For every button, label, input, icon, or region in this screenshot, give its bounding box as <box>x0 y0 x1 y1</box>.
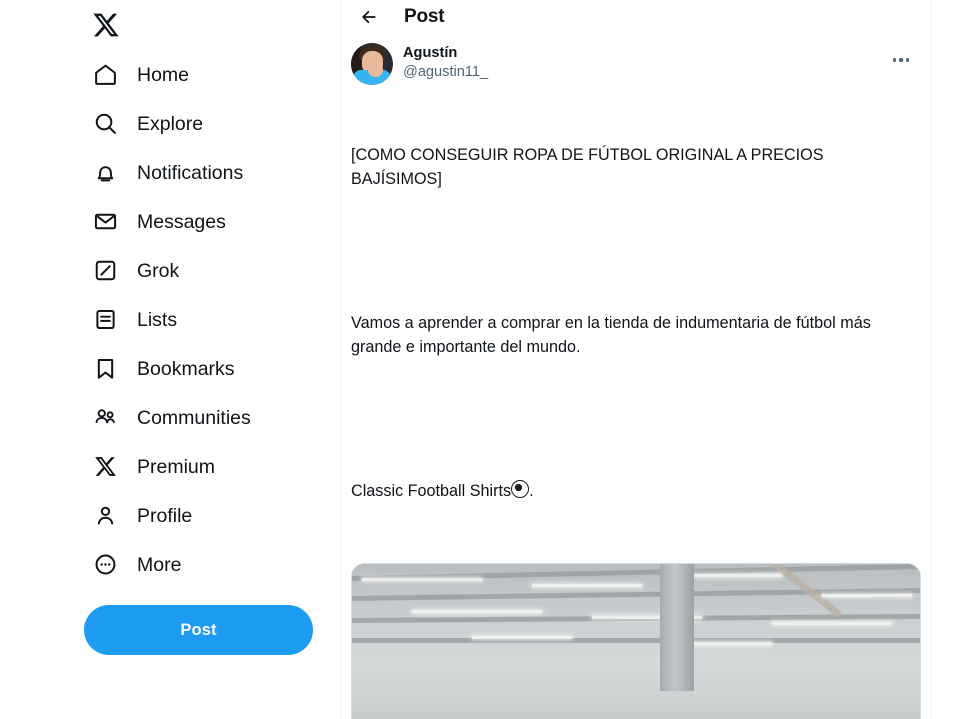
warehouse-photo <box>352 564 920 719</box>
sidebar-item-premium[interactable]: Premium <box>84 442 284 491</box>
post-text-line-3-suffix: . <box>529 482 534 500</box>
sidebar-item-label: More <box>137 553 182 576</box>
communities-icon <box>92 404 119 431</box>
sidebar-item-explore[interactable]: Explore <box>84 99 284 148</box>
post-text-spacer-1 <box>351 239 916 263</box>
post-text-line-3: Classic Football Shirts. <box>351 479 916 503</box>
sidebar-item-profile[interactable]: Profile <box>84 491 284 540</box>
sidebar-item-more[interactable]: More <box>84 540 284 589</box>
home-icon <box>92 61 119 88</box>
author-handle[interactable]: @agustin11_ <box>403 63 488 81</box>
envelope-icon <box>92 208 119 235</box>
page-title: Post <box>404 6 445 27</box>
sidebar-item-label: Messages <box>137 210 226 233</box>
post-header-bar: Post <box>341 0 931 34</box>
ellipsis-dots <box>892 58 910 62</box>
post-text-line-1: [COMO CONSEGUIR ROPA DE FÚTBOL ORIGINAL … <box>351 146 829 188</box>
sidebar-item-home[interactable]: Home <box>84 50 284 99</box>
post-button[interactable]: Post <box>84 605 313 655</box>
sidebar-nav-list: Home Explore Notifications Messages Grok… <box>84 50 340 589</box>
sidebar-item-label: Communities <box>137 406 251 429</box>
post-text: [COMO CONSEGUIR ROPA DE FÚTBOL ORIGINAL … <box>341 85 931 551</box>
x-logo-icon <box>92 11 120 39</box>
post-author-row: Agustín @agustin11_ <box>341 34 931 85</box>
ellipsis-icon[interactable] <box>887 46 915 74</box>
bell-icon <box>92 159 119 186</box>
post-text-line-2: Vamos a aprender a comprar en la tienda … <box>351 314 876 356</box>
post-image[interactable] <box>351 563 921 719</box>
post-text-line-3-prefix: Classic Football Shirts <box>351 482 512 500</box>
sidebar-item-label: Explore <box>137 112 204 135</box>
right-gutter <box>932 0 960 719</box>
bookmark-icon <box>92 355 119 382</box>
x-logo-icon <box>92 453 119 480</box>
search-icon <box>92 110 119 137</box>
sidebar-item-bookmarks[interactable]: Bookmarks <box>84 344 284 393</box>
lists-icon <box>92 306 119 333</box>
sidebar-item-label: Home <box>137 63 190 86</box>
post-detail-column: Post Agustín @agustin11_ [COMO CONSEGUIR… <box>340 0 932 719</box>
sidebar-item-label: Notifications <box>137 161 244 184</box>
sidebar-item-grok[interactable]: Grok <box>84 246 284 295</box>
sidebar-item-label: Lists <box>137 308 178 331</box>
sidebar-item-label: Grok <box>137 259 180 282</box>
post-text-spacer-2 <box>351 407 916 431</box>
person-icon <box>92 502 119 529</box>
primary-sidebar: Home Explore Notifications Messages Grok… <box>0 0 340 719</box>
more-circle-icon <box>92 551 119 578</box>
sidebar-item-communities[interactable]: Communities <box>84 393 284 442</box>
back-arrow-icon[interactable] <box>354 2 384 32</box>
avatar-hand <box>368 63 383 77</box>
sidebar-item-label: Profile <box>137 504 193 527</box>
sidebar-item-lists[interactable]: Lists <box>84 295 284 344</box>
soccer-ball-emoji <box>511 480 530 498</box>
sidebar-item-label: Bookmarks <box>137 357 235 380</box>
author-names: Agustín @agustin11_ <box>403 43 488 81</box>
sidebar-item-messages[interactable]: Messages <box>84 197 284 246</box>
photo-backwall <box>352 691 920 719</box>
sidebar-item-label: Premium <box>137 455 216 478</box>
author-display-name[interactable]: Agustín <box>403 44 488 62</box>
grok-icon <box>92 257 119 284</box>
x-post-page: Home Explore Notifications Messages Grok… <box>0 0 960 719</box>
sidebar-item-notifications[interactable]: Notifications <box>84 148 284 197</box>
x-logo-button[interactable] <box>84 0 340 50</box>
avatar[interactable] <box>351 43 393 85</box>
